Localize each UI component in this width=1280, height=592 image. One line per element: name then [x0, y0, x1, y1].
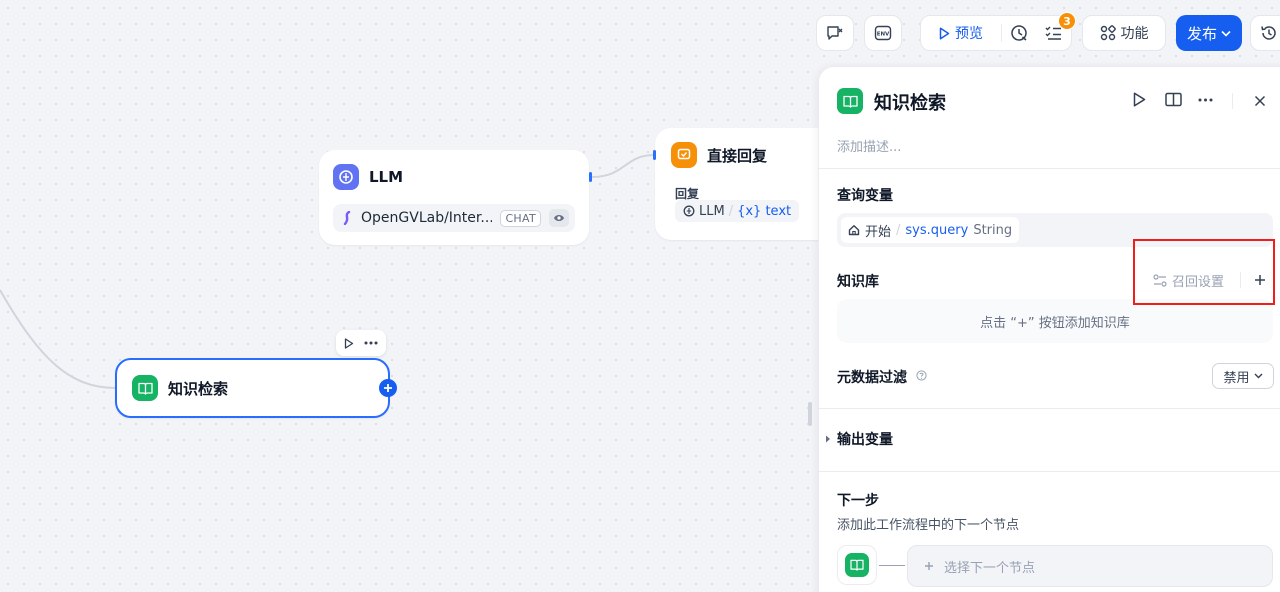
metadata-filter-select[interactable]: 禁用: [1212, 363, 1274, 389]
select-next-node-label: 选择下一个节点: [944, 560, 1036, 576]
checklist-icon: [1045, 26, 1061, 40]
knowledge-base-title: 知识库: [837, 274, 879, 290]
description-input[interactable]: 添加描述...: [837, 136, 901, 155]
next-step-title: 下一步: [837, 493, 879, 509]
chevron-down-icon: [1254, 373, 1262, 379]
run-history-button[interactable]: [1002, 16, 1036, 50]
help-doc-button[interactable]: [1165, 92, 1182, 107]
debug-chat-button[interactable]: [817, 16, 853, 50]
play-icon: [1133, 92, 1146, 107]
llm-small-icon: [683, 205, 695, 217]
llm-node[interactable]: LLM OpenGVLab/Inter... CHAT: [319, 150, 592, 245]
knowledge-empty-hint: 点击 “+” 按钮添加知识库: [837, 299, 1273, 343]
output-variables-toggle[interactable]: 输出变量: [825, 429, 893, 449]
knowledge-node[interactable]: 知识检索: [115, 358, 397, 418]
metadata-help-icon[interactable]: [916, 370, 927, 381]
close-icon: [1254, 95, 1266, 107]
env-icon-label: ENV: [877, 32, 890, 38]
preview-label: 预览: [955, 26, 983, 42]
checklist-count-badge: 3: [1058, 12, 1076, 30]
query-variable-title: 查询变量: [837, 188, 893, 204]
select-next-node-button[interactable]: 选择下一个节点: [907, 545, 1273, 587]
reply-variable-chip: LLM / {x} text: [675, 200, 800, 222]
publish-button[interactable]: 发布: [1176, 15, 1242, 51]
query-var-type: String: [973, 222, 1013, 238]
env-icon: ENV: [874, 25, 892, 41]
home-icon: [848, 225, 860, 236]
reply-node[interactable]: 直接回复 回复 LLM / {x} text: [653, 128, 845, 240]
query-variable-chip: 开始 / sys.query String: [841, 217, 1020, 243]
knowledge-book-icon: [842, 95, 858, 108]
current-node-icon: [837, 545, 877, 585]
reply-source-node: LLM: [699, 203, 725, 219]
query-separator: /: [896, 222, 901, 238]
toolbar-env-debug-group: [816, 15, 854, 51]
llm-model-selector[interactable]: OpenGVLab/Inter... CHAT: [333, 204, 575, 232]
features-grid-icon: [1100, 25, 1116, 41]
toolbar-run-group: 预览: [920, 15, 1072, 51]
env-variables-button[interactable]: ENV: [865, 16, 901, 50]
toolbar-version-group: [1250, 15, 1280, 51]
features-label: 功能: [1120, 26, 1149, 42]
more-icon[interactable]: [364, 341, 378, 345]
query-var-name: sys.query: [905, 222, 969, 238]
publish-label: 发布: [1186, 24, 1217, 43]
features-button[interactable]: 功能: [1083, 16, 1165, 50]
version-history-button[interactable]: [1251, 16, 1280, 50]
edge-connectors: [0, 154, 655, 389]
book-open-icon: [1165, 92, 1182, 107]
panel-resize-handle[interactable]: [808, 402, 812, 426]
query-source: 开始: [865, 224, 892, 240]
llm-icon: [333, 164, 359, 190]
reply-input-handle[interactable]: [653, 150, 656, 160]
chevron-down-icon: [1221, 30, 1231, 37]
node-mini-toolbar: [336, 330, 386, 356]
more-icon: [1198, 98, 1213, 102]
plus-icon: [384, 384, 392, 392]
history-clock-icon: [1011, 25, 1027, 41]
run-node-icon[interactable]: [344, 337, 354, 349]
reply-node-title: 直接回复: [707, 146, 768, 165]
chevron-right-icon: [826, 435, 830, 443]
output-variables-title: 输出变量: [837, 432, 893, 448]
panel-more-button[interactable]: [1198, 98, 1213, 102]
plus-icon: [925, 562, 933, 570]
highlight-annotation-box: [1133, 239, 1275, 305]
reply-icon: [671, 142, 697, 168]
panel-title-icon: [837, 88, 863, 114]
chat-debug-icon: [827, 26, 843, 40]
reply-variable-name: {x} text: [737, 203, 792, 219]
model-mode-badge: CHAT: [500, 209, 541, 227]
knowledge-book-icon: [132, 375, 158, 401]
next-step-connector: [879, 565, 905, 566]
vision-eye-icon: [549, 209, 569, 227]
next-step-description: 添加此工作流程中的下一个节点: [837, 518, 1020, 533]
toolbar-features-group: 功能: [1082, 15, 1166, 51]
model-provider-icon: [343, 211, 351, 225]
llm-model-name: OpenGVLab/Inter...: [361, 210, 493, 226]
llm-node-title: LLM: [369, 168, 404, 186]
knowledge-book-icon: [850, 559, 864, 571]
version-history-icon: [1261, 26, 1276, 40]
metadata-filter-title: 元数据过滤: [837, 370, 907, 386]
run-node-button[interactable]: [1133, 92, 1146, 107]
node-config-panel: 知识检索 添加描述... 查询变量 开始 / sys.query String …: [818, 66, 1280, 592]
reply-separator: /: [728, 203, 734, 219]
llm-output-handle[interactable]: [589, 172, 592, 182]
play-icon: [939, 26, 950, 40]
close-panel-button[interactable]: [1254, 95, 1266, 107]
preview-button[interactable]: 预览: [921, 16, 1001, 50]
panel-title[interactable]: 知识检索: [874, 89, 946, 115]
knowledge-node-title: 知识检索: [168, 379, 229, 398]
metadata-filter-value: 禁用: [1223, 370, 1250, 386]
add-next-node-button[interactable]: [379, 379, 397, 397]
toolbar-env-group: ENV: [864, 15, 902, 51]
